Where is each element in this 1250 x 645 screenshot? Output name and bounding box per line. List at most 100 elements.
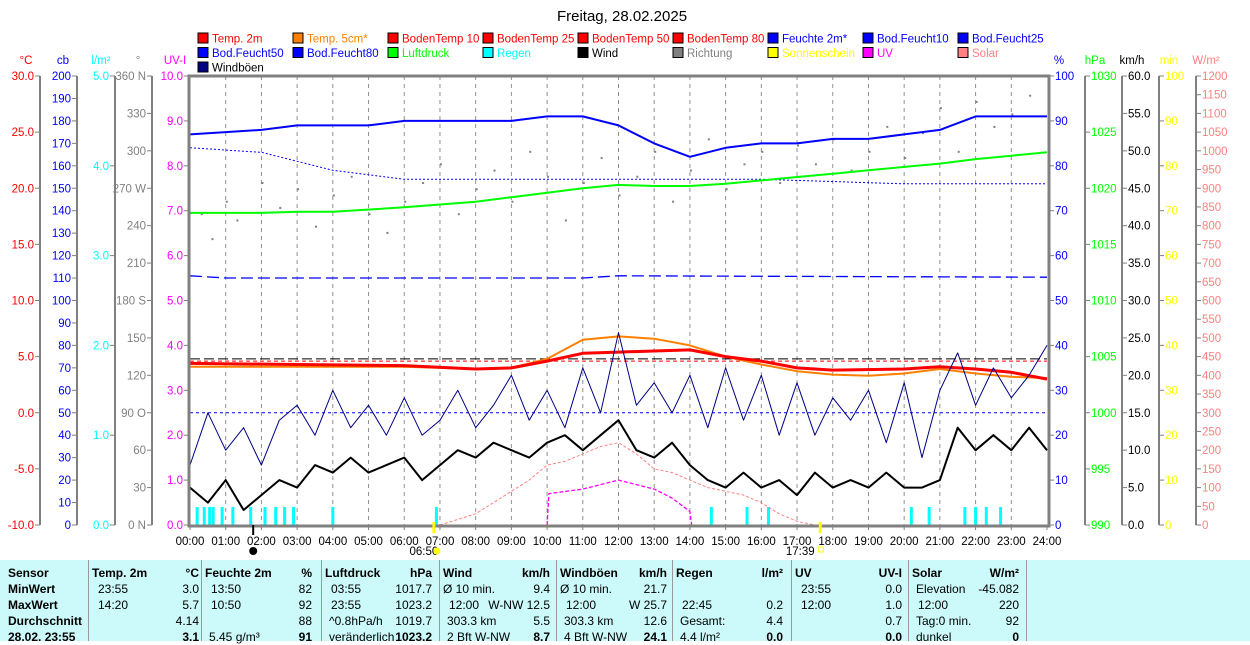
legend-swatch [577,32,589,44]
legend-swatch [767,32,779,44]
tick-label: 1.0 [93,430,109,442]
rain-bar [927,507,931,525]
legend-swatch [387,47,399,58]
series-solar [439,442,816,526]
legend-swatch [577,47,589,58]
tick-label: 15.0 [12,239,34,251]
tick-label: 20.0 [12,183,34,195]
x-tick-label: 09:00 [497,536,526,548]
tick-label: 0 [1055,520,1061,532]
tick-label: 500 [1202,333,1221,345]
column-divider [791,560,792,641]
x-tick-label: 13:00 [640,536,669,548]
summary-table: Sensor MinWert MaxWert Durchschnitt 28.02. 2… [0,560,1250,644]
legend-item: Sonnenschein [782,48,855,60]
tick-label: 40 [58,430,71,442]
direction-point [386,231,389,234]
tick-label: 30 [58,453,71,465]
column-unit: hPa [409,566,432,580]
column-divider [439,560,440,641]
tick-label: 5.0 [18,352,34,364]
x-tick-label: 02:00 [247,536,276,548]
value: 1023.2 [395,598,432,612]
direction-point [475,188,478,191]
legend-item: Solar [972,48,999,60]
chart-title: Freitag, 28.02.2025 [557,8,687,25]
tick-label: 70 [1055,206,1068,218]
legend-swatch [957,32,969,44]
tick-label: 2.0 [93,340,109,352]
value: 8.7 [533,630,550,644]
tick-label: 350 [1202,389,1221,401]
tick-label: 0.0 [1128,520,1144,532]
direction-point [904,157,907,160]
value: W 25.7 [628,598,667,612]
legend-swatch [862,32,874,44]
tick-label: 990 [1091,520,1110,532]
row-header: MaxWert [8,598,58,612]
value: 24.1 [643,630,667,644]
rain-bar [292,507,296,525]
direction-point [493,169,496,172]
tick-label: 0 [1202,520,1208,532]
direction-point [707,138,710,141]
tick-label: 15.0 [1128,408,1150,420]
tick-label: 70 [58,363,71,375]
legend-swatch [197,61,209,73]
series-wind [189,419,1048,511]
direction-point [368,213,371,216]
direction-point [743,163,746,166]
direction-point [654,150,657,153]
legend-item: BodenTemp 80 [687,34,764,46]
direction-point [814,163,817,166]
legend-swatch [482,47,494,58]
legend: Temp. 2m Temp. 5cm* BodenTemp 10 BodenTemp … [197,32,1044,75]
tick-label: 5.0 [167,296,183,308]
x-tick-label: 11:00 [569,536,597,548]
sunset-time: 17:39 [786,546,815,558]
series-uv [546,479,693,526]
tick-label: 90 [1165,116,1178,128]
tick-label: 80 [1165,161,1178,173]
tick-label: 30 [1165,385,1178,397]
direction-point [422,182,425,185]
tick-label: 3.0 [93,251,109,263]
direction-point [939,107,942,110]
tick-label: 1050 [1202,127,1228,139]
column-divider [201,560,202,641]
value: 4.4 [766,614,783,628]
tick-label: 995 [1091,464,1110,476]
tick-label: 80 [1055,161,1068,173]
legend-swatch [672,47,684,58]
legend-item: Bod.Feucht80 [307,48,379,60]
direction-point [797,144,800,147]
tick-label: 240 [127,221,146,233]
direction-point [547,175,550,178]
legend-item: Windböen [212,63,264,75]
tick-label: 55.0 [1128,108,1150,120]
sun-icon [433,547,441,555]
tick-label: 400 [1202,370,1221,382]
direction-point [529,150,532,153]
tick-label: 1000 [1202,146,1228,158]
legend-item: Bod.Feucht50 [212,48,284,60]
weather-chart: Freitag, 28.02.2025 Temp. 2m Temp. 5cm* Bo… [8,8,1228,558]
value: 0.0 [766,630,783,644]
tick-label: 450 [1202,352,1221,364]
tick-label: 700 [1202,258,1221,270]
tick-label: 60 [58,385,71,397]
tick-label: 270 W [113,183,146,195]
tick-label: 5.0 [93,71,109,83]
legend-swatch [197,47,209,58]
tick-label: 2.0 [167,430,183,442]
tick-label: 90 O [121,408,146,420]
tick-label: 800 [1202,221,1221,233]
direction-point [457,213,460,216]
column-unit: km/h [638,566,667,580]
direction-point [404,200,407,203]
x-tick-label: 22:00 [961,536,990,548]
row-header: Sensor [8,566,49,580]
tick-label: 60 [1055,251,1068,263]
x-tick-label: 00:00 [176,536,205,548]
value: 0.2 [766,598,783,612]
